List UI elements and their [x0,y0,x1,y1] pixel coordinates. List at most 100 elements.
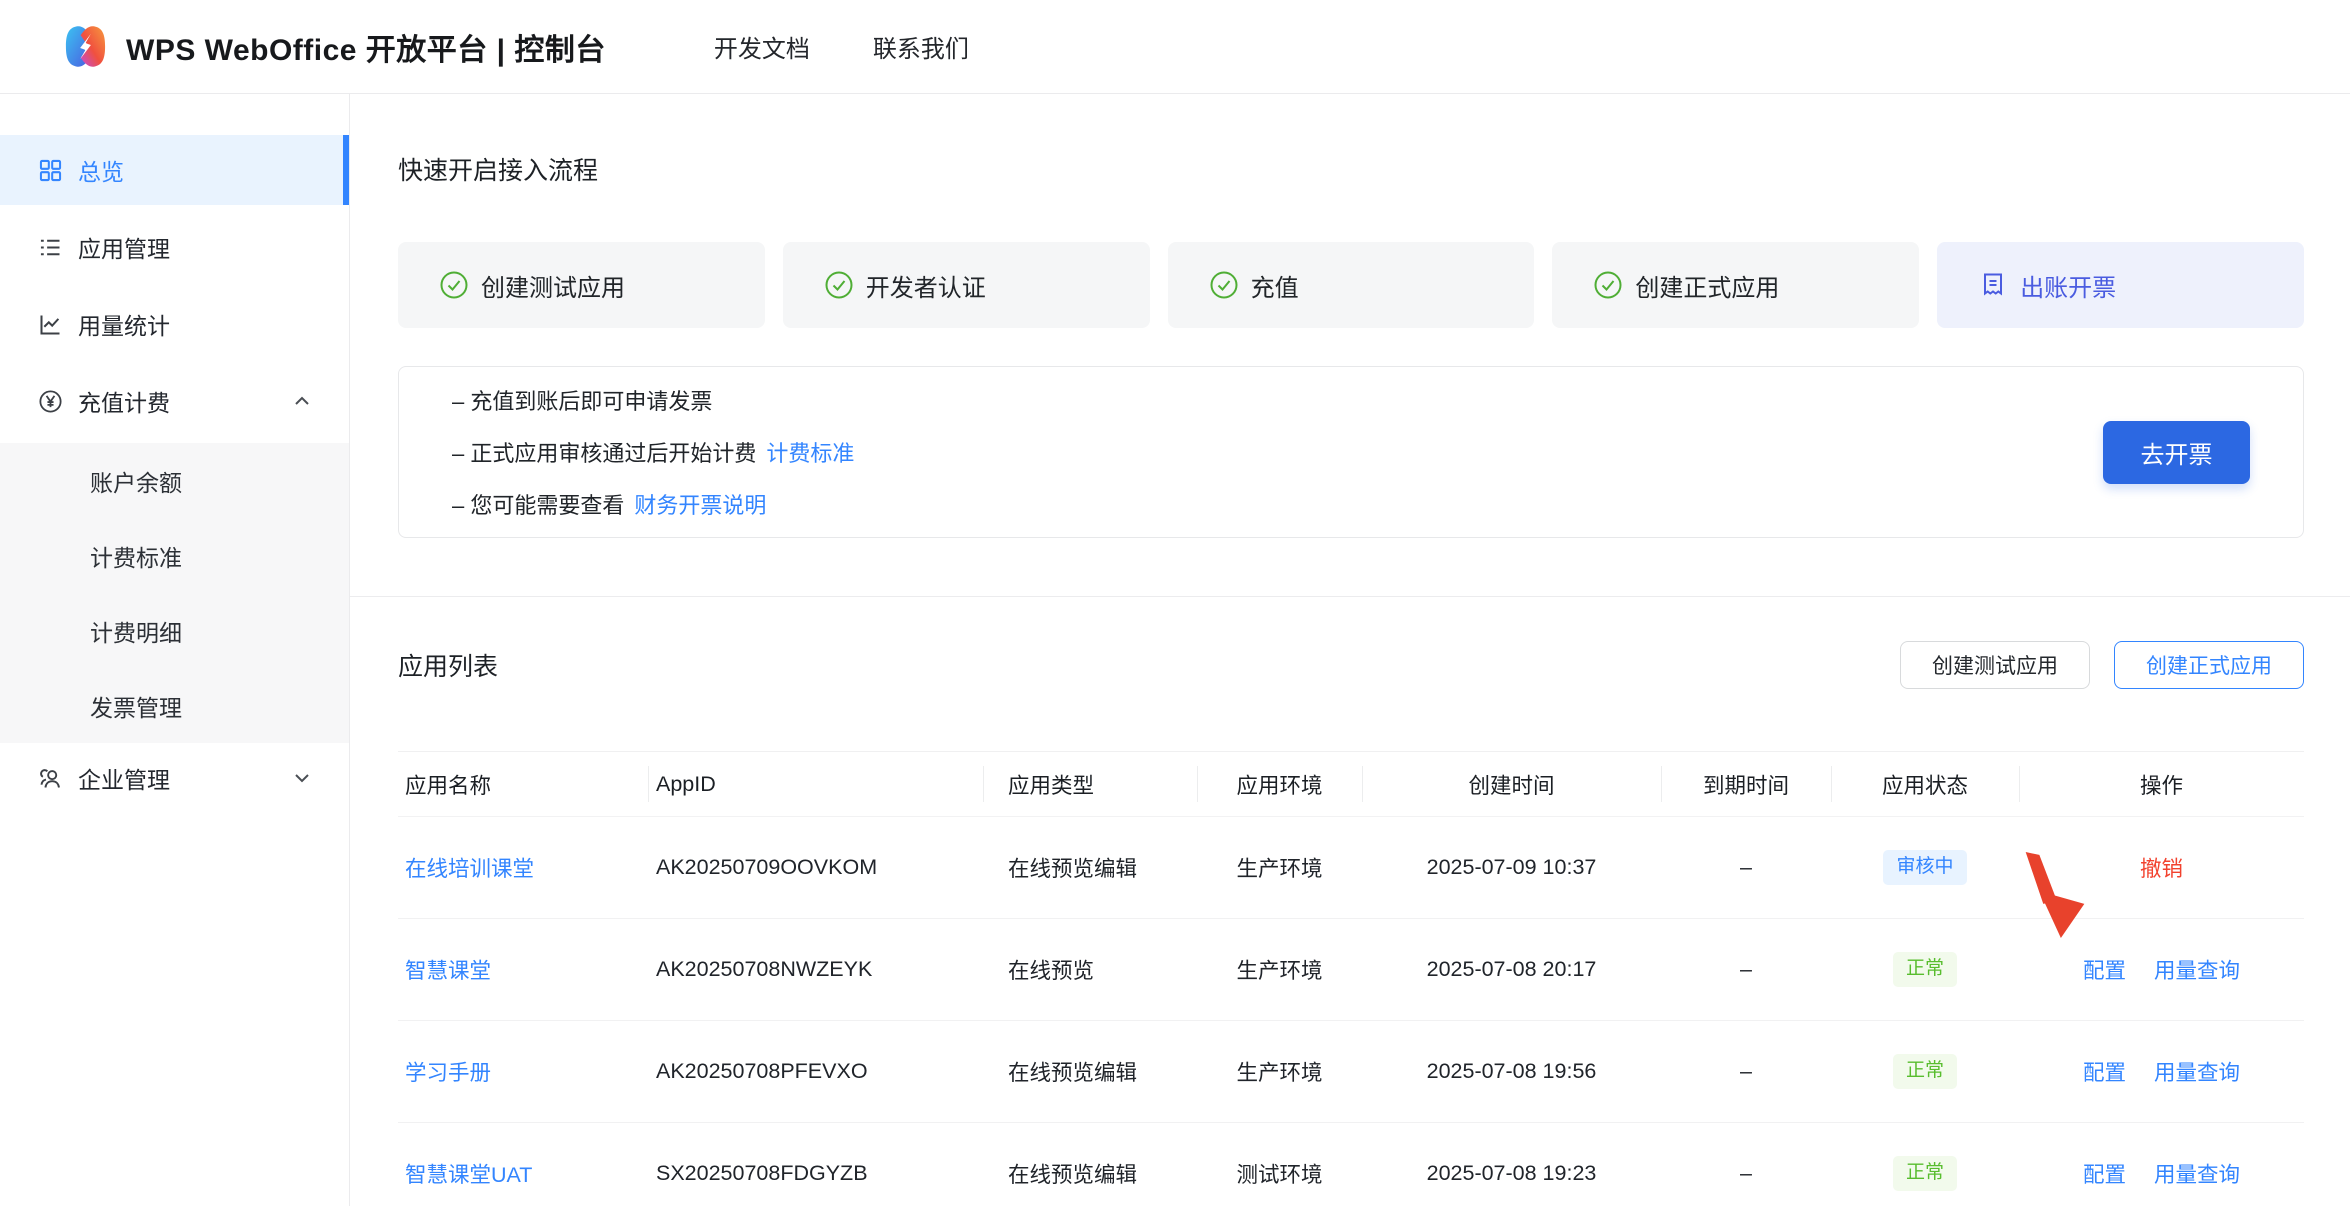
configure-link[interactable]: 配置 [2083,1056,2126,1087]
sidebar-item-label: 总览 [78,153,124,187]
sidebar-item-enterprise[interactable]: 企业管理 [0,743,349,813]
create-prod-app-button[interactable]: 创建正式应用 [2114,641,2304,689]
notice-text: – 您可能需要查看 [452,488,624,520]
line-chart-icon [37,311,64,338]
status-badge: 正常 [1893,1054,1957,1089]
app-name-link[interactable]: 智慧课堂UAT [405,1163,532,1187]
step-create-prod-app[interactable]: 创建正式应用 [1552,242,1919,328]
invoice-notice-card: – 充值到账后即可申请发票 – 正式应用审核通过后开始计费计费标准 – 您可能需… [398,366,2304,538]
app-table-header: 应用名称 AppID 应用类型 应用环境 创建时间 到期时间 应用状态 操作 [398,751,2304,817]
notice-text: – 充值到账后即可申请发票 [452,384,712,416]
col-app-id: AppID [648,772,983,797]
chevron-down-icon [291,767,313,789]
app-table: 应用名称 AppID 应用类型 应用环境 创建时间 到期时间 应用状态 操作 在… [398,751,2304,1206]
table-row: 在线培训课堂 AK20250709OOVKOM 在线预览编辑 生产环境 2025… [398,817,2304,919]
app-type: 在线预览 [983,954,1197,985]
table-row: 智慧课堂UAT SX20250708FDGYZB 在线预览编辑 测试环境 202… [398,1123,2304,1206]
sidebar-item-overview[interactable]: 总览 [0,135,349,205]
sidebar-item-billing[interactable]: 充值计费 [0,366,349,436]
app-env: 测试环境 [1197,1158,1362,1189]
create-test-app-button[interactable]: 创建测试应用 [1900,641,2090,689]
check-circle-icon [824,270,854,300]
sidebar-subitem-billing-details[interactable]: 计费明细 [0,593,349,668]
app-type: 在线预览编辑 [983,1158,1197,1189]
configure-link[interactable]: 配置 [2083,1158,2126,1189]
app-title: WPS WebOffice 开放平台 | 控制台 [126,25,606,69]
created-time: 2025-07-08 19:56 [1362,1059,1661,1084]
billing-submenu: 账户余额 计费标准 计费明细 发票管理 [0,443,349,743]
step-developer-auth[interactable]: 开发者认证 [783,242,1150,328]
status-badge: 正常 [1893,1156,1957,1191]
users-icon [37,765,64,792]
go-invoice-button[interactable]: 去开票 [2103,421,2250,484]
step-label: 出账开票 [2020,268,2116,303]
app-type: 在线预览编辑 [983,852,1197,883]
col-actions: 操作 [2019,769,2304,800]
app-list-title: 应用列表 [398,647,498,683]
expire-time: – [1661,1059,1831,1084]
top-nav: 开发文档 联系我们 [714,29,969,64]
step-recharge[interactable]: 充值 [1168,242,1535,328]
nav-dev-docs[interactable]: 开发文档 [714,29,810,64]
usage-query-link[interactable]: 用量查询 [2154,1056,2240,1087]
usage-query-link[interactable]: 用量查询 [2154,954,2240,985]
created-time: 2025-07-08 20:17 [1362,957,1661,982]
sidebar-item-app-management[interactable]: 应用管理 [0,212,349,282]
quick-start-title: 快速开启接入流程 [398,151,2350,187]
list-icon [37,234,64,261]
nav-contact-us[interactable]: 联系我们 [873,29,969,64]
row-actions: 配置 用量查询 [2019,1158,2304,1189]
wps-logo-icon [62,23,109,70]
sidebar-item-usage-stats[interactable]: 用量统计 [0,289,349,359]
col-created: 创建时间 [1362,769,1661,800]
subitem-label: 账户余额 [90,464,182,498]
app-name-link[interactable]: 在线培训课堂 [405,857,534,881]
step-label: 充值 [1251,268,1299,303]
app-name-link[interactable]: 学习手册 [405,1061,491,1085]
quick-start-steps: 创建测试应用 开发者认证 充值 创建正式应用 [398,242,2304,328]
sidebar: 总览 应用管理 用量统计 充值计费 [0,94,350,1206]
created-time: 2025-07-08 19:23 [1362,1161,1661,1186]
section-divider [350,596,2350,597]
revoke-link[interactable]: 撤销 [2140,852,2183,883]
check-circle-icon [439,270,469,300]
invoice-help-link[interactable]: 财务开票说明 [634,488,766,520]
app-id: AK20250708NWZEYK [648,957,983,982]
app-type: 在线预览编辑 [983,1056,1197,1087]
expire-time: – [1661,855,1831,880]
sidebar-subitem-pricing[interactable]: 计费标准 [0,518,349,593]
usage-query-link[interactable]: 用量查询 [2154,1158,2240,1189]
app-id: AK20250708PFEVXO [648,1059,983,1084]
sidebar-item-label: 用量统计 [78,307,170,341]
table-row: 智慧课堂 AK20250708NWZEYK 在线预览 生产环境 2025-07-… [398,919,2304,1021]
expire-time: – [1661,1161,1831,1186]
main-content: 快速开启接入流程 创建测试应用 开发者认证 充值 创建正式应用 [350,94,2350,1206]
step-label: 创建测试应用 [481,268,625,303]
subitem-label: 计费明细 [90,614,182,648]
row-actions: 配置 用量查询 [2019,954,2304,985]
step-create-test-app[interactable]: 创建测试应用 [398,242,765,328]
check-circle-icon [1209,270,1239,300]
sidebar-item-label: 企业管理 [78,761,170,795]
col-app-name: 应用名称 [398,769,648,800]
step-label: 开发者认证 [866,268,986,303]
step-invoice[interactable]: 出账开票 [1937,242,2304,328]
app-env: 生产环境 [1197,954,1362,985]
app-id: AK20250709OOVKOM [648,855,983,880]
col-status: 应用状态 [1831,769,2019,800]
top-bar: WPS WebOffice 开放平台 | 控制台 开发文档 联系我们 [0,0,2350,94]
subitem-label: 发票管理 [90,689,182,723]
receipt-icon [1978,270,2008,300]
notice-text: – 正式应用审核通过后开始计费 [452,436,756,468]
chevron-up-icon [291,390,313,412]
configure-link[interactable]: 配置 [2083,954,2126,985]
created-time: 2025-07-09 10:37 [1362,855,1661,880]
app-name-link[interactable]: 智慧课堂 [405,959,491,983]
col-app-env: 应用环境 [1197,769,1362,800]
pricing-link[interactable]: 计费标准 [766,436,854,468]
subitem-label: 计费标准 [90,539,182,573]
sidebar-subitem-invoice-management[interactable]: 发票管理 [0,668,349,743]
check-circle-icon [1593,270,1623,300]
row-actions: 撤销 [2019,852,2304,883]
sidebar-subitem-account-balance[interactable]: 账户余额 [0,443,349,518]
